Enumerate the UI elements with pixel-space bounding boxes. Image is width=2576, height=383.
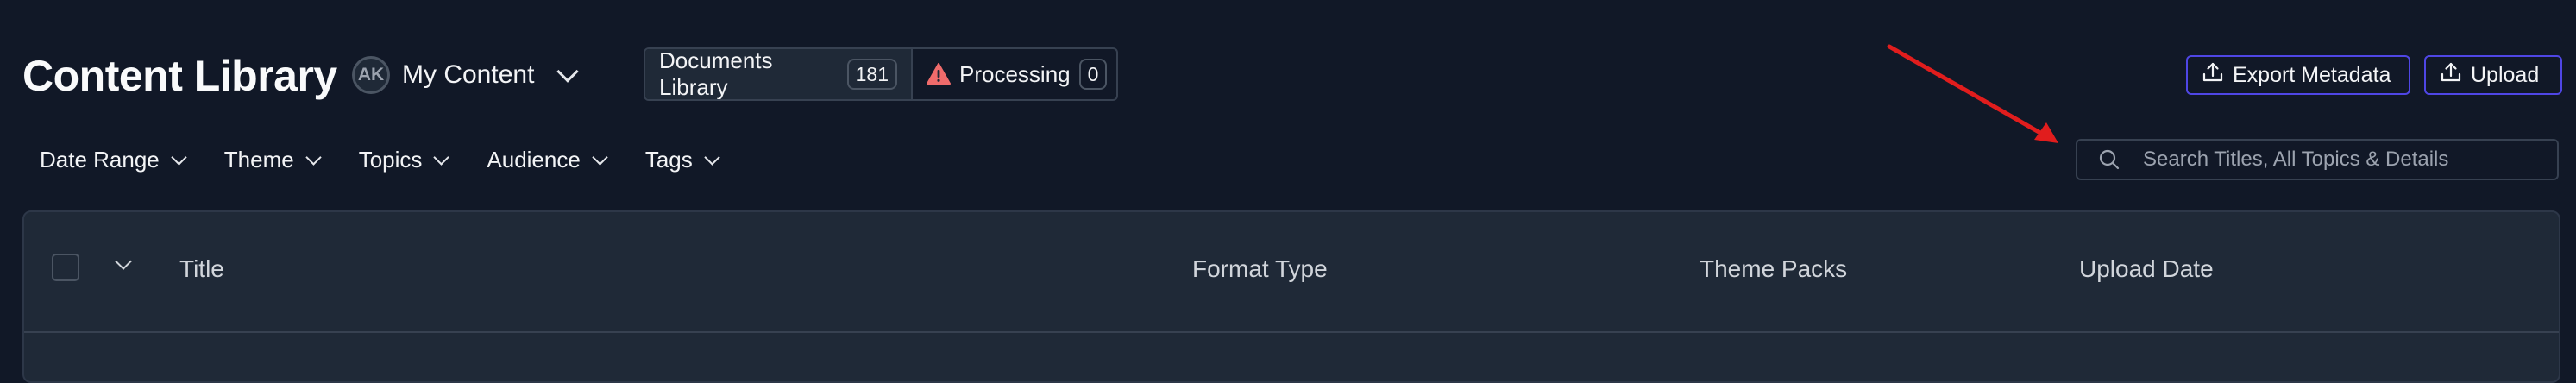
tab-documents-library[interactable]: Documents Library 181: [645, 49, 913, 99]
count-badge: 0: [1078, 59, 1108, 90]
column-header-theme-packs[interactable]: Theme Packs: [1700, 254, 1847, 285]
column-header-upload-date[interactable]: Upload Date: [2079, 254, 2214, 285]
filter-label: Topics: [358, 146, 423, 173]
chevron-down-icon: [433, 148, 450, 166]
library-segment-control: Documents Library 181 Processing 0: [644, 47, 1118, 101]
search-input[interactable]: [2141, 147, 2524, 173]
filter-label: Date Range: [40, 146, 160, 173]
count-badge: 181: [846, 59, 897, 90]
scope-label: My Content: [402, 60, 535, 89]
chevron-down-icon: [556, 60, 580, 83]
filter-date-range[interactable]: Date Range: [40, 146, 187, 173]
content-scope-dropdown[interactable]: AK My Content: [352, 53, 580, 97]
export-metadata-button[interactable]: Export Metadata: [2186, 55, 2410, 95]
search-icon: [2098, 148, 2120, 171]
column-header-title[interactable]: Title: [179, 254, 224, 285]
avatar: AK: [352, 56, 390, 94]
tab-label: Processing: [959, 60, 1071, 87]
filter-audience[interactable]: Audience: [487, 146, 608, 173]
upload-label: Upload: [2471, 62, 2540, 87]
warning-icon: [927, 63, 951, 85]
filter-label: Audience: [487, 146, 581, 173]
filter-label: Theme: [223, 146, 294, 173]
page-title: Content Library: [22, 52, 337, 100]
upload-button[interactable]: Upload: [2424, 55, 2562, 95]
filter-bar: Date Range Theme Topics Audience Tags: [40, 141, 757, 178]
red-arrow-annotation: [1887, 44, 2058, 143]
upload-tray-icon: [2440, 61, 2462, 90]
filter-tags[interactable]: Tags: [644, 146, 720, 173]
search-box: [2076, 139, 2559, 180]
filter-label: Tags: [644, 146, 693, 173]
export-label: Export Metadata: [2233, 62, 2391, 87]
content-table: Title Format Type Theme Packs Upload Dat…: [22, 210, 2560, 383]
chevron-down-icon: [171, 148, 187, 166]
tab-processing[interactable]: Processing 0: [913, 49, 1116, 99]
table-header: Title Format Type Theme Packs Upload Dat…: [24, 212, 2559, 333]
chevron-down-icon: [704, 148, 720, 166]
chevron-down-icon: [115, 253, 132, 270]
column-header-format-type[interactable]: Format Type: [1192, 254, 1328, 285]
tab-label: Documents Library: [659, 47, 773, 100]
chevron-down-icon: [305, 148, 322, 166]
select-all-checkbox[interactable]: [52, 254, 79, 281]
filter-theme[interactable]: Theme: [223, 146, 322, 173]
upload-tray-icon: [2202, 61, 2224, 90]
chevron-down-icon: [592, 148, 608, 166]
expand-all-toggle[interactable]: [115, 253, 132, 272]
filter-topics[interactable]: Topics: [358, 146, 450, 173]
